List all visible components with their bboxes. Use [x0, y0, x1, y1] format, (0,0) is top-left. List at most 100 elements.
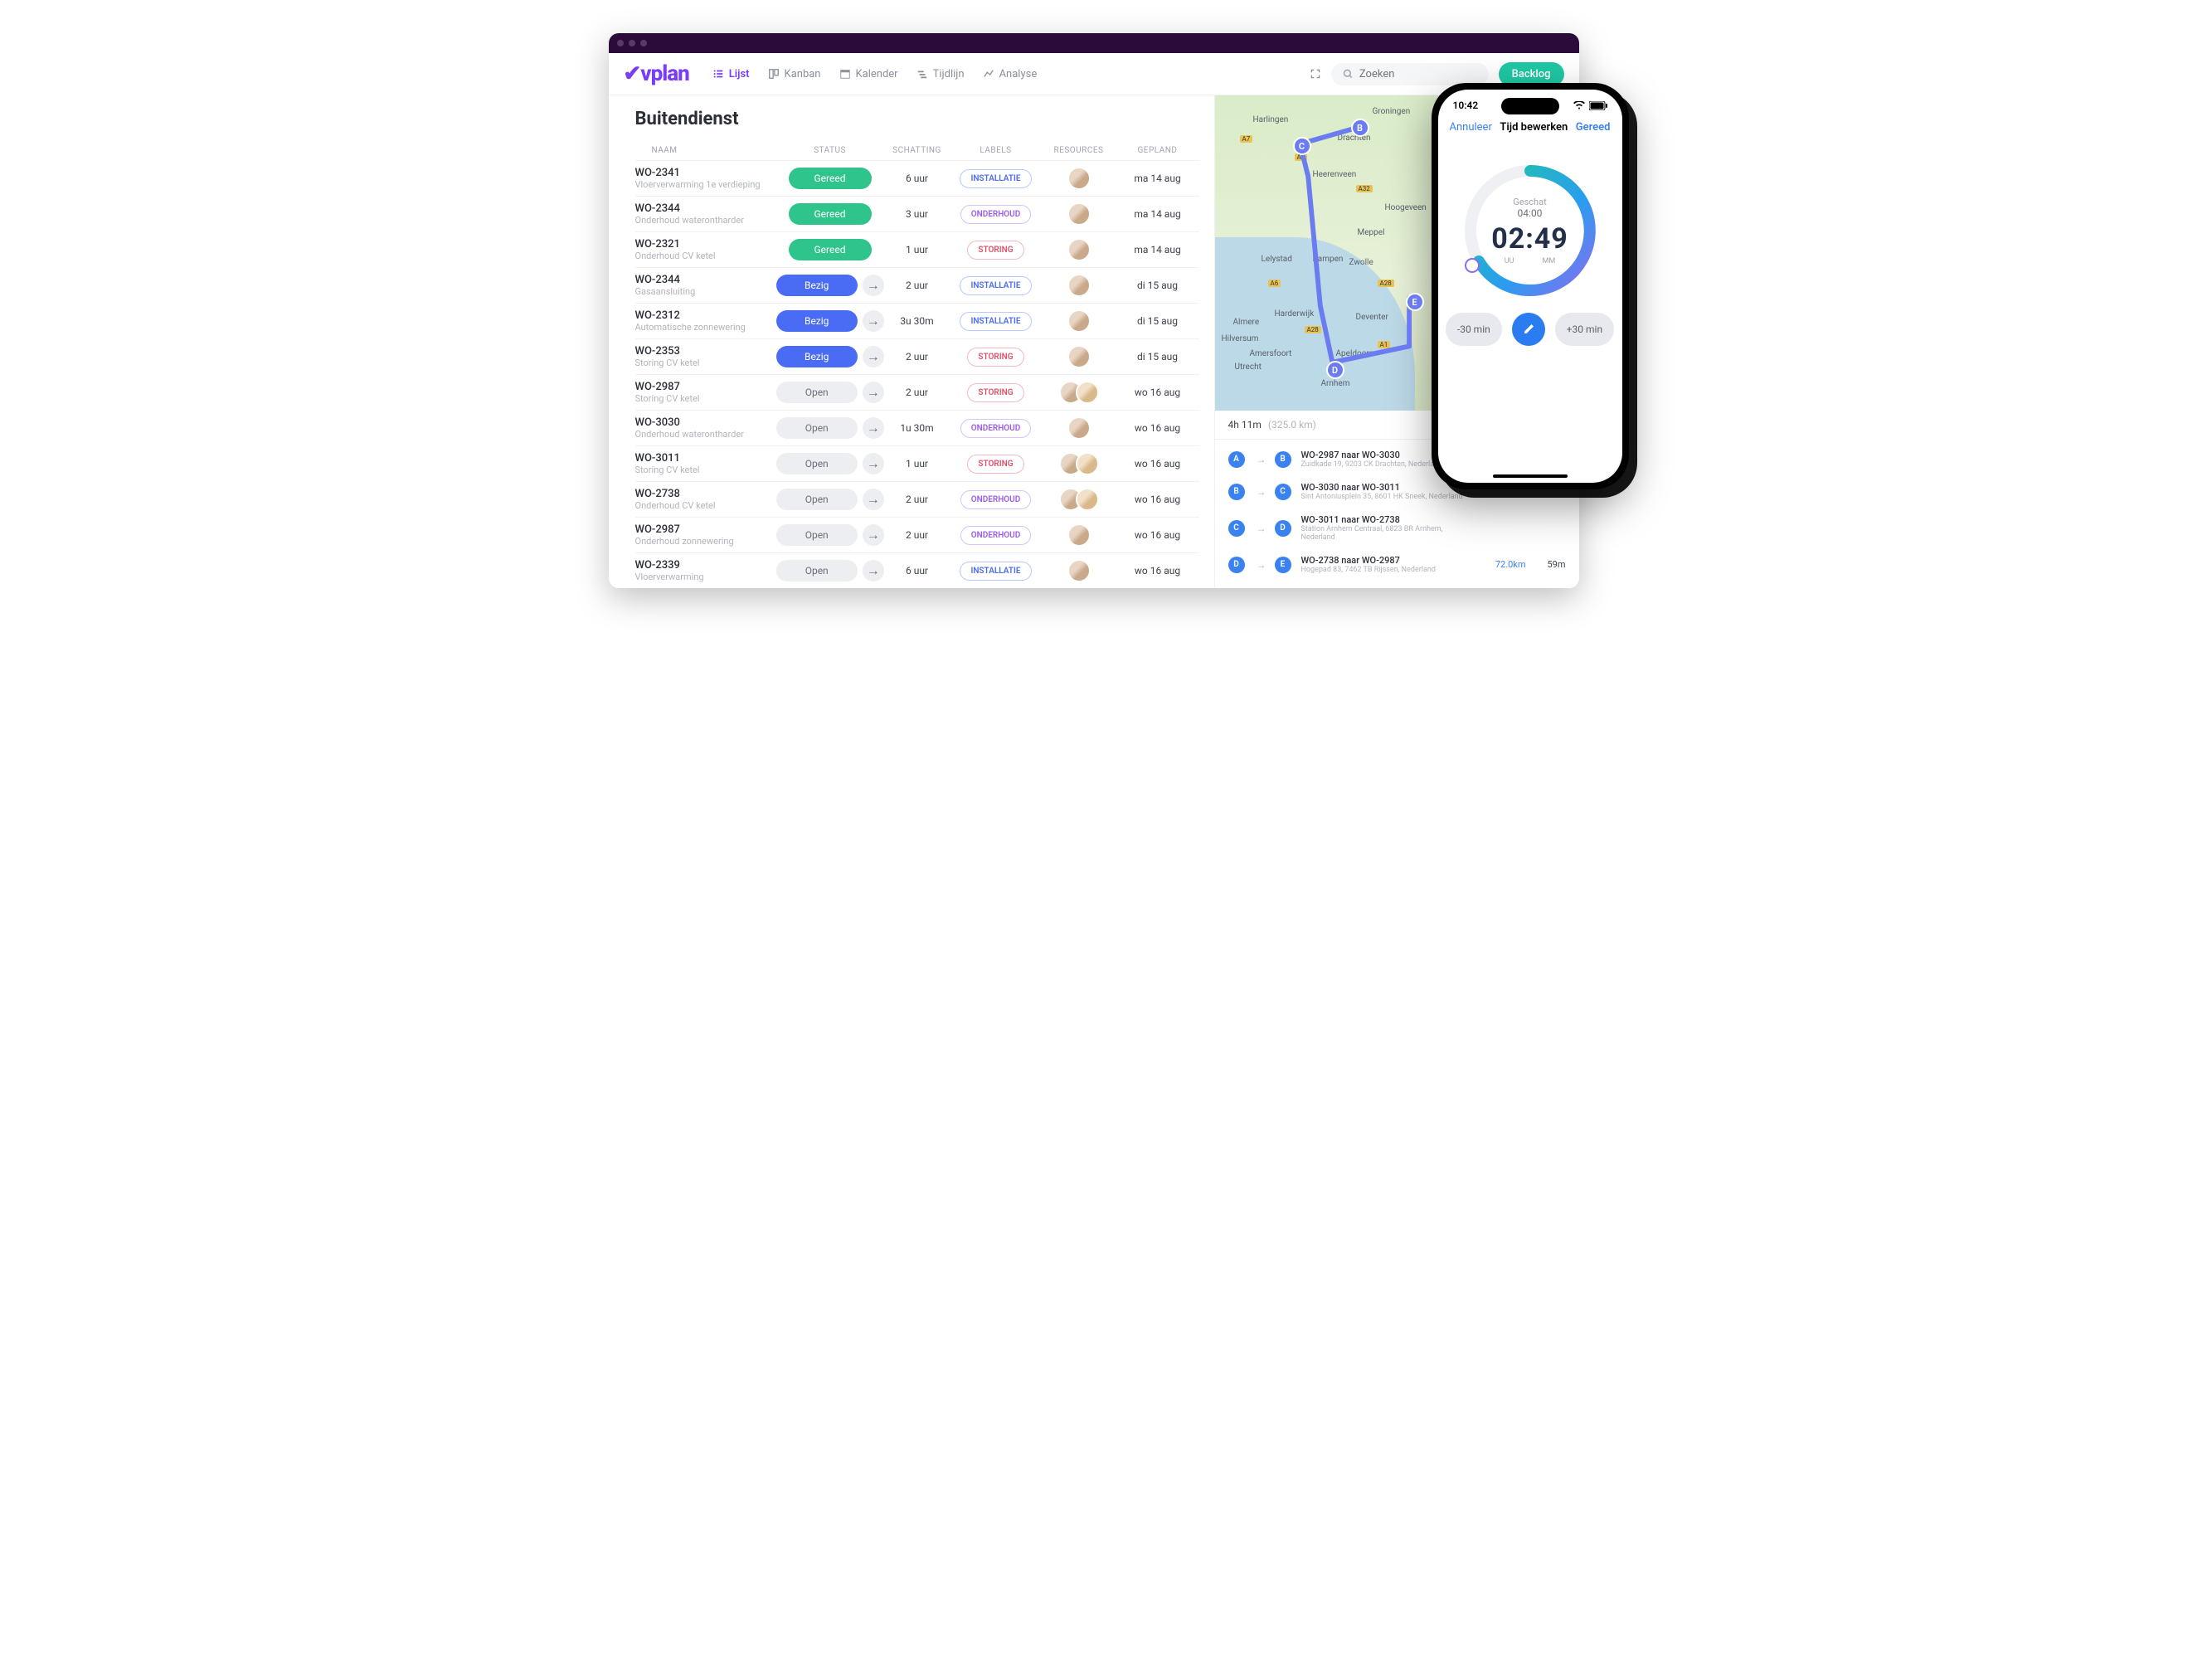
search-input[interactable] [1331, 63, 1489, 85]
battery-icon [1589, 101, 1607, 110]
home-indicator [1493, 474, 1568, 478]
label-pill: ONDERHOUD [960, 490, 1032, 509]
tab-kanban[interactable]: Kanban [768, 68, 821, 80]
step-to: B [1275, 451, 1291, 468]
status-arrow[interactable]: → [863, 382, 884, 403]
label-pill: INSTALLATIE [960, 276, 1031, 295]
brand-logo: ✔vplan [624, 61, 689, 86]
label-pill: STORING [967, 348, 1023, 367]
table-row[interactable]: WO-2738Onderhoud CV ketelOpen→2 uurONDER… [635, 481, 1199, 517]
map-pin-c[interactable]: C [1293, 137, 1311, 155]
table-header: NAAM STATUS SCHATTING LABELS RESOURCES G… [635, 141, 1199, 160]
status-pill[interactable]: Gereed [789, 203, 872, 225]
col-status: STATUS [776, 146, 884, 155]
table-row[interactable]: WO-2987Storing CV ketelOpen→2 uurSTORING… [635, 374, 1199, 410]
label-pill: INSTALLATIE [960, 312, 1031, 331]
status-pill[interactable]: Open [776, 560, 858, 581]
table-row[interactable]: WO-2321Onderhoud CV ketelGereed1 uurSTOR… [635, 231, 1199, 267]
table-body: WO-2341Vloerverwarming 1e verdiepingGere… [635, 160, 1199, 588]
map-pin-e[interactable]: E [1406, 293, 1424, 311]
status-pill[interactable]: Open [776, 489, 858, 510]
table-row[interactable]: WO-2987Onderhoud zonneweringOpen→2 uurON… [635, 517, 1199, 552]
status-pill[interactable]: Gereed [789, 239, 872, 260]
desktop-window: ✔vplan Lijst Kanban Kalender Tijdlijn An… [609, 33, 1579, 588]
table-row[interactable]: WO-2312Automatische zonneweringBezig→3u … [635, 303, 1199, 338]
step-to: C [1275, 484, 1291, 500]
label-pill: STORING [967, 383, 1023, 402]
label-pill: INSTALLATIE [960, 562, 1031, 581]
route-line [1215, 95, 1579, 403]
avatar [1067, 238, 1091, 261]
status-arrow[interactable]: → [863, 275, 884, 296]
phone-notch [1501, 98, 1559, 114]
table-row[interactable]: WO-3030Onderhoud waterontharderOpen→1u 3… [635, 410, 1199, 445]
avatar [1067, 274, 1091, 297]
analyse-icon [983, 68, 994, 80]
tab-lijst[interactable]: Lijst [712, 68, 750, 80]
table-row[interactable]: WO-3011Storing CV ketelOpen→1 uurSTORING… [635, 445, 1199, 481]
map-pin-d[interactable]: D [1326, 361, 1344, 379]
avatar [1067, 559, 1091, 582]
step-to: E [1275, 557, 1291, 573]
label-pill: STORING [967, 455, 1023, 474]
search-field[interactable] [1359, 68, 1477, 80]
status-pill[interactable]: Open [776, 382, 858, 403]
tab-analyse[interactable]: Analyse [983, 68, 1038, 80]
calendar-icon [839, 68, 851, 80]
phone-done-button[interactable]: Gereed [1576, 121, 1611, 134]
traffic-light-icon [629, 40, 635, 46]
col-schatting: SCHATTING [884, 146, 950, 155]
tab-kalender[interactable]: Kalender [839, 68, 898, 80]
step-from: C [1228, 520, 1245, 537]
status-arrow[interactable]: → [863, 524, 884, 546]
status-arrow[interactable]: → [863, 560, 884, 581]
table-row[interactable]: WO-2344Onderhoud waterontharderGereed3 u… [635, 196, 1199, 231]
table-row[interactable]: WO-2341Vloerverwarming 1e verdiepingGere… [635, 160, 1199, 196]
avatar [1076, 381, 1099, 404]
route-step[interactable]: D→EWO-2738 naar WO-2987Hogepad 83, 7462 … [1215, 548, 1579, 581]
label-pill: INSTALLATIE [960, 169, 1031, 188]
route-map[interactable]: B C D E Harlingen Heerenveen Drachten Gr… [1215, 95, 1579, 411]
status-pill[interactable]: Bezig [776, 275, 858, 296]
status-pill[interactable]: Open [776, 417, 858, 439]
traffic-light-icon [640, 40, 647, 46]
view-tabs: Lijst Kanban Kalender Tijdlijn Analyse [712, 68, 1037, 80]
status-pill[interactable]: Open [776, 524, 858, 546]
table-row[interactable]: WO-2353Storing CV ketelBezig→2 uurSTORIN… [635, 338, 1199, 374]
col-labels: LABELS [950, 146, 1042, 155]
status-arrow[interactable]: → [863, 453, 884, 474]
status-pill[interactable]: Bezig [776, 346, 858, 367]
avatar [1067, 309, 1091, 333]
status-arrow[interactable]: → [863, 417, 884, 439]
status-arrow[interactable]: → [863, 346, 884, 367]
avatar [1067, 167, 1091, 190]
table-row[interactable]: WO-2339VloerverwarmingOpen→6 uurINSTALLA… [635, 552, 1199, 588]
list-panel: Buitendienst NAAM STATUS SCHATTING LABEL… [609, 95, 1214, 588]
avatar [1067, 523, 1091, 547]
traffic-light-icon [617, 40, 624, 46]
list-icon [712, 68, 724, 80]
arrow-icon: → [1255, 454, 1268, 465]
label-pill: ONDERHOUD [960, 205, 1032, 224]
step-to: D [1275, 520, 1291, 537]
step-from: D [1228, 557, 1245, 573]
label-pill: STORING [967, 241, 1023, 260]
status-arrow[interactable]: → [863, 489, 884, 510]
avatar [1076, 452, 1099, 475]
status-arrow[interactable]: → [863, 310, 884, 332]
arrow-icon: → [1255, 559, 1268, 571]
status-pill[interactable]: Bezig [776, 310, 858, 332]
col-naam: NAAM [635, 146, 776, 155]
route-step[interactable]: C→DWO-3011 naar WO-2738Station Arnhem Ce… [1215, 508, 1579, 548]
col-gepland: GEPLAND [1116, 146, 1199, 155]
status-pill[interactable]: Gereed [789, 168, 872, 189]
topbar: ✔vplan Lijst Kanban Kalender Tijdlijn An… [609, 53, 1579, 95]
map-pin-b[interactable]: B [1351, 119, 1369, 137]
avatar [1067, 416, 1091, 440]
label-pill: ONDERHOUD [960, 419, 1032, 438]
avatar [1076, 488, 1099, 511]
table-row[interactable]: WO-2344GasaansluitingBezig→2 uurINSTALLA… [635, 267, 1199, 303]
status-pill[interactable]: Open [776, 453, 858, 474]
expand-icon[interactable] [1310, 68, 1321, 80]
tab-tijdlijn[interactable]: Tijdlijn [916, 68, 965, 80]
